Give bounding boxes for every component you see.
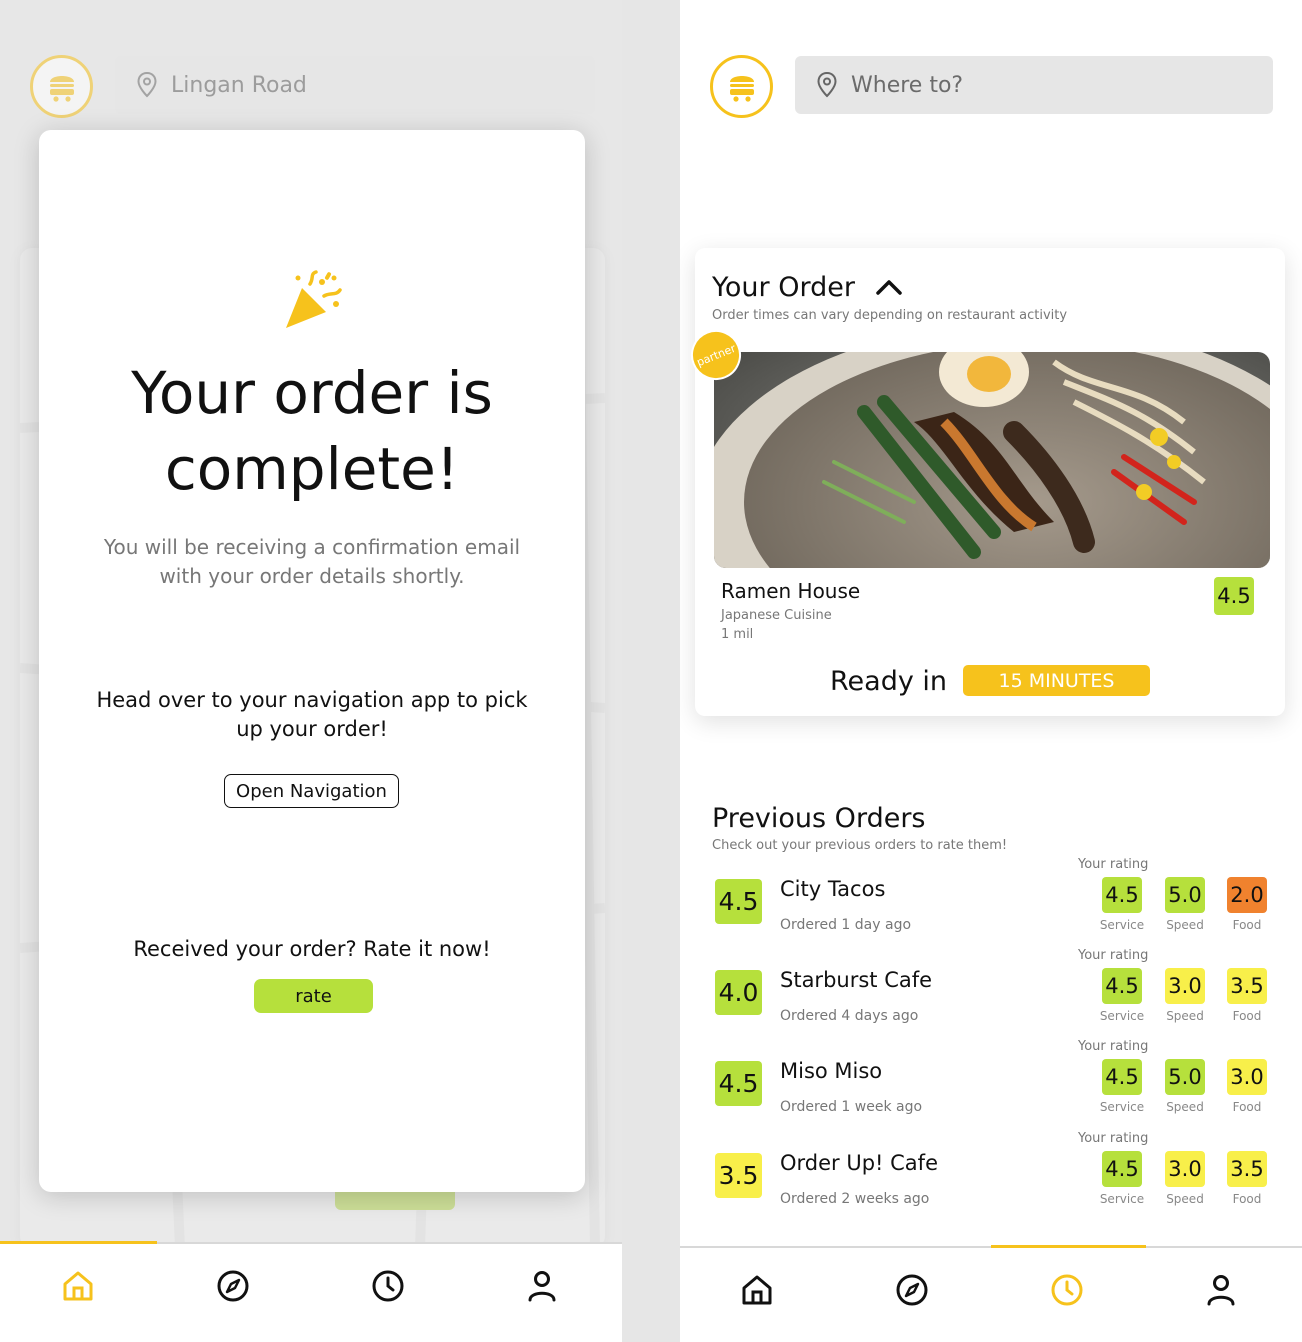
nav-history[interactable] <box>368 1266 408 1306</box>
order-complete-modal: Your order is complete! You will be rece… <box>39 130 585 1192</box>
order-restaurant-name: Miso Miso <box>780 1059 883 1083</box>
order-restaurant-name: Starburst Cafe <box>780 968 933 992</box>
nav-explore[interactable] <box>213 1266 253 1306</box>
collapse-chevron-button[interactable] <box>875 278 903 300</box>
order-date: Ordered 2 weeks ago <box>780 1191 930 1207</box>
user-icon <box>528 1271 556 1302</box>
user-icon <box>1207 1275 1235 1306</box>
app-logo[interactable] <box>710 55 773 118</box>
clock-icon <box>372 1270 404 1302</box>
your-rating-label: Your rating <box>1078 857 1149 872</box>
order-restaurant-name: City Tacos <box>780 877 886 901</box>
your-rating-label: Your rating <box>1078 1131 1149 1146</box>
home-icon <box>742 1275 772 1305</box>
order-date: Ordered 4 days ago <box>780 1008 919 1024</box>
modal-subtitle: You will be receiving a confirmation ema… <box>103 535 521 588</box>
active-tab-indicator <box>991 1245 1146 1248</box>
service-rating-badge[interactable]: 4.5 <box>1102 877 1142 913</box>
food-label: Food <box>1232 918 1262 932</box>
compass-icon <box>217 1270 249 1302</box>
order-restaurant-name: Order Up! Cafe <box>780 1151 938 1175</box>
restaurant-rating-badge: 4.5 <box>1214 577 1254 615</box>
burger-cart-icon <box>729 75 754 102</box>
order-date: Ordered 1 week ago <box>780 1099 923 1115</box>
ready-time-badge: 15 MINUTES <box>963 665 1150 696</box>
food-rating-badge[interactable]: 3.5 <box>1227 968 1267 1004</box>
location-pin-icon <box>817 72 837 98</box>
speed-label: Speed <box>1166 918 1204 932</box>
location-pin-icon <box>137 72 157 98</box>
overall-rating-badge: 4.0 <box>715 970 762 1015</box>
food-rating-badge[interactable]: 3.5 <box>1227 1151 1267 1187</box>
home-icon <box>63 1271 93 1301</box>
speed-rating-badge[interactable]: 3.0 <box>1165 1151 1205 1187</box>
food-rating-badge[interactable]: 2.0 <box>1227 877 1267 913</box>
food-label: Food <box>1232 1100 1262 1114</box>
your-order-title: Your Order <box>712 272 855 303</box>
nav-home[interactable] <box>737 1270 777 1310</box>
previous-order-row[interactable]: 4.5 City Tacos Ordered 1 day ago Your ra… <box>680 857 1302 967</box>
previous-order-row[interactable]: 4.5 Miso Miso Ordered 1 week ago Your ra… <box>680 1039 1302 1149</box>
service-rating-badge[interactable]: 4.5 <box>1102 1151 1142 1187</box>
search-value: Lingan Road <box>171 72 307 98</box>
previous-order-row[interactable]: 3.5 Order Up! Cafe Ordered 2 weeks ago Y… <box>680 1131 1302 1241</box>
food-label: Food <box>1232 1192 1262 1206</box>
your-rating-label: Your rating <box>1078 948 1149 963</box>
service-label: Service <box>1099 918 1145 932</box>
service-label: Service <box>1099 1192 1145 1206</box>
speed-label: Speed <box>1166 1192 1204 1206</box>
overall-rating-badge: 4.5 <box>715 1061 762 1106</box>
location-search-bar[interactable]: Where to? <box>795 56 1273 114</box>
your-rating-label: Your rating <box>1078 1039 1149 1054</box>
bottom-nav <box>0 1241 622 1342</box>
restaurant-name: Ramen House <box>721 579 861 603</box>
nav-profile[interactable] <box>1201 1270 1241 1310</box>
restaurant-cuisine: Japanese Cuisine <box>721 608 832 623</box>
active-tab-indicator <box>0 1241 157 1244</box>
burger-cart-icon <box>49 75 74 102</box>
order-complete-screen: Lingan Road Your order is complete! You … <box>0 0 622 1342</box>
order-times-note: Order times can vary depending on restau… <box>712 308 1068 323</box>
speed-rating-badge[interactable]: 5.0 <box>1165 877 1205 913</box>
modal-title: Your order is complete! <box>131 359 493 503</box>
bottom-nav <box>680 1245 1302 1342</box>
speed-label: Speed <box>1166 1100 1204 1114</box>
speed-rating-badge[interactable]: 5.0 <box>1165 1059 1205 1095</box>
rate-prompt: Received your order? Rate it now! <box>133 937 491 961</box>
restaurant-food-image <box>714 352 1270 568</box>
nav-home[interactable] <box>58 1266 98 1306</box>
service-rating-badge[interactable]: 4.5 <box>1102 1059 1142 1095</box>
nav-profile[interactable] <box>522 1266 562 1306</box>
overall-rating-badge: 3.5 <box>715 1153 762 1198</box>
orders-screen: Where to? Your Order Order times can var… <box>680 0 1302 1342</box>
search-input: Where to? <box>851 72 964 98</box>
navigation-instructions: Head over to your navigation app to pick… <box>96 688 528 741</box>
app-logo[interactable] <box>30 55 93 118</box>
compass-icon <box>896 1274 928 1306</box>
nav-history[interactable] <box>1047 1270 1087 1310</box>
rate-button[interactable]: rate <box>254 979 373 1013</box>
open-navigation-button[interactable]: Open Navigation <box>224 774 399 808</box>
party-popper-icon <box>39 270 585 332</box>
nav-explore[interactable] <box>892 1270 932 1310</box>
food-label: Food <box>1232 1009 1262 1023</box>
service-label: Service <box>1099 1100 1145 1114</box>
location-search-bar[interactable]: Lingan Road <box>115 56 595 114</box>
speed-rating-badge[interactable]: 3.0 <box>1165 968 1205 1004</box>
speed-label: Speed <box>1166 1009 1204 1023</box>
previous-orders-title: Previous Orders <box>712 803 926 834</box>
your-order-card: Your Order Order times can vary dependin… <box>683 248 1285 716</box>
food-rating-badge[interactable]: 3.0 <box>1227 1059 1267 1095</box>
previous-order-row[interactable]: 4.0 Starburst Cafe Ordered 4 days ago Yo… <box>680 948 1302 1058</box>
service-rating-badge[interactable]: 4.5 <box>1102 968 1142 1004</box>
clock-icon <box>1051 1274 1083 1306</box>
order-date: Ordered 1 day ago <box>780 917 912 933</box>
ready-in-label: Ready in <box>830 666 948 697</box>
chevron-up-icon <box>876 280 902 295</box>
overall-rating-badge: 4.5 <box>715 879 762 924</box>
previous-orders-subtitle: Check out your previous orders to rate t… <box>712 838 1008 853</box>
service-label: Service <box>1099 1009 1145 1023</box>
restaurant-distance: 1 mil <box>721 627 754 642</box>
